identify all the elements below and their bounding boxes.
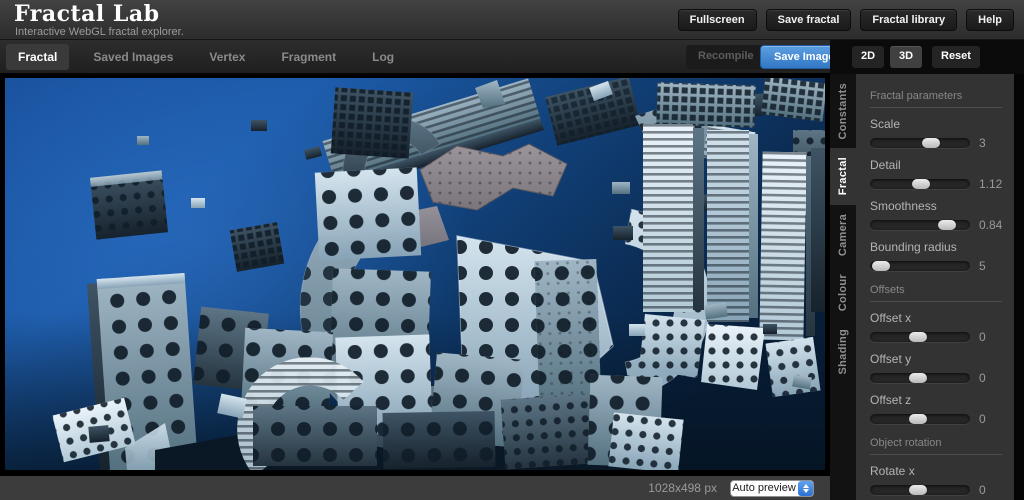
slider-line-smoothness: 0.84	[870, 218, 1014, 232]
slider-line-offset-z: 0	[870, 412, 1014, 426]
right-edge-strip	[1014, 74, 1024, 500]
side-tab-label-constants: Constants	[837, 83, 849, 139]
offset-x-slider-thumb[interactable]	[909, 332, 927, 342]
side-tab-fractal[interactable]: Fractal	[830, 148, 856, 204]
scale-value: 3	[979, 136, 1007, 150]
detail-value: 1.12	[979, 177, 1007, 191]
app-subtitle: Interactive WebGL fractal explorer.	[15, 26, 184, 38]
mode-toolbar: 2D 3D Reset	[830, 40, 1024, 74]
fractal-library-button[interactable]: Fractal library	[860, 9, 957, 31]
tab-saved-images[interactable]: Saved Images	[81, 44, 185, 70]
slider-line-bounding-radius: 5	[870, 259, 1014, 273]
side-tab-strip: Constants Fractal Camera Colour Shading	[830, 74, 856, 500]
bounding-radius-value: 5	[979, 259, 1007, 273]
header: Fractal Lab Interactive WebGL fractal ex…	[0, 0, 1024, 40]
smoothness-value: 0.84	[979, 218, 1007, 232]
preview-mode-value: Auto preview	[731, 482, 797, 494]
slider-label-scale: Scale	[870, 117, 1014, 131]
scale-slider-thumb[interactable]	[922, 138, 940, 148]
preview-mode-select[interactable]: Auto preview	[730, 480, 814, 497]
slider-label-detail: Detail	[870, 158, 1014, 172]
offset-y-value: 0	[979, 371, 1007, 385]
slider-row-scale: Scale 3	[856, 110, 1014, 151]
canvas-dimensions: 1028x498 px	[648, 481, 717, 495]
offset-x-value: 0	[979, 330, 1007, 344]
smoothness-slider[interactable]	[870, 220, 970, 230]
section-title-fractal-parameters: Fractal parameters	[870, 90, 1002, 108]
bounding-radius-slider[interactable]	[870, 261, 970, 271]
side-tab-label-fractal: Fractal	[837, 157, 849, 195]
offset-y-slider[interactable]	[870, 373, 970, 383]
rotate-x-slider-thumb[interactable]	[909, 485, 927, 495]
slider-row-offset-z: Offset z 0	[856, 386, 1014, 427]
slider-label-offset-y: Offset y	[870, 352, 1014, 366]
side-tab-label-colour: Colour	[837, 274, 849, 311]
mode-3d-button[interactable]: 3D	[890, 46, 922, 68]
fractal-3d-scene	[5, 78, 825, 470]
offset-z-slider[interactable]	[870, 414, 970, 424]
slider-row-rotate-x: Rotate x 0	[856, 457, 1014, 498]
slider-label-offset-z: Offset z	[870, 393, 1014, 407]
offset-z-value: 0	[979, 412, 1007, 426]
tab-bar: Fractal Saved Images Vertex Fragment Log Rec…	[0, 40, 1024, 74]
fractal-viewport[interactable]	[0, 74, 830, 476]
detail-slider-thumb[interactable]	[912, 179, 930, 189]
side-tab-colour[interactable]: Colour	[830, 265, 856, 320]
detail-slider[interactable]	[870, 179, 970, 189]
side-tab-constants[interactable]: Constants	[830, 74, 856, 148]
tab-fragment[interactable]: Fragment	[269, 44, 348, 70]
slider-label-rotate-x: Rotate x	[870, 464, 1014, 478]
recompile-button[interactable]: Recompile	[686, 45, 766, 69]
slider-label-smoothness: Smoothness	[870, 199, 1014, 213]
slider-row-offset-y: Offset y 0	[856, 345, 1014, 386]
reset-button[interactable]: Reset	[932, 46, 980, 68]
slider-line-scale: 3	[870, 136, 1014, 150]
tab-fractal[interactable]: Fractal	[6, 44, 69, 70]
help-button[interactable]: Help	[966, 9, 1014, 31]
slider-row-bounding-radius: Bounding radius 5	[856, 233, 1014, 274]
fullscreen-button[interactable]: Fullscreen	[678, 9, 757, 31]
slider-row-smoothness: Smoothness 0.84	[856, 192, 1014, 233]
canvas-status-bar: 1028x498 px Auto preview	[0, 476, 830, 500]
header-buttons: Fullscreen Save fractal Fractal library Hel…	[678, 9, 1014, 31]
slider-line-offset-x: 0	[870, 330, 1014, 344]
parameter-panel: Fractal parametersScale3Detail1.12Smooth…	[856, 74, 1014, 500]
slider-label-bounding-radius: Bounding radius	[870, 240, 1014, 254]
app-title: Fractal Lab	[14, 1, 160, 27]
save-fractal-button[interactable]: Save fractal	[766, 9, 852, 31]
slider-label-offset-x: Offset x	[870, 311, 1014, 325]
slider-line-offset-y: 0	[870, 371, 1014, 385]
offset-x-slider[interactable]	[870, 332, 970, 342]
slider-row-detail: Detail 1.12	[856, 151, 1014, 192]
scale-slider[interactable]	[870, 138, 970, 148]
side-tab-label-camera: Camera	[837, 214, 849, 256]
slider-line-detail: 1.12	[870, 177, 1014, 191]
tab-log[interactable]: Log	[360, 44, 406, 70]
side-tab-label-shading: Shading	[837, 329, 849, 375]
side-tab-shading[interactable]: Shading	[830, 320, 856, 384]
side-tab-camera[interactable]: Camera	[830, 205, 856, 265]
rotate-x-value: 0	[979, 483, 1007, 497]
select-stepper-icon	[798, 481, 813, 496]
fractal-lab-app: Fractal Lab Interactive WebGL fractal ex…	[0, 0, 1024, 500]
editor-tabs: Fractal Saved Images Vertex Fragment Log	[6, 40, 418, 74]
tab-vertex[interactable]: Vertex	[197, 44, 257, 70]
section-title-object-rotation: Object rotation	[870, 437, 1002, 455]
offset-y-slider-thumb[interactable]	[909, 373, 927, 383]
section-title-offsets: Offsets	[870, 284, 1002, 302]
slider-row-offset-x: Offset x 0	[856, 304, 1014, 345]
mode-2d-button[interactable]: 2D	[852, 46, 884, 68]
bounding-radius-slider-thumb[interactable]	[872, 261, 890, 271]
offset-z-slider-thumb[interactable]	[909, 414, 927, 424]
rotate-x-slider[interactable]	[870, 485, 970, 495]
smoothness-slider-thumb[interactable]	[938, 220, 956, 230]
slider-line-rotate-x: 0	[870, 483, 1014, 497]
